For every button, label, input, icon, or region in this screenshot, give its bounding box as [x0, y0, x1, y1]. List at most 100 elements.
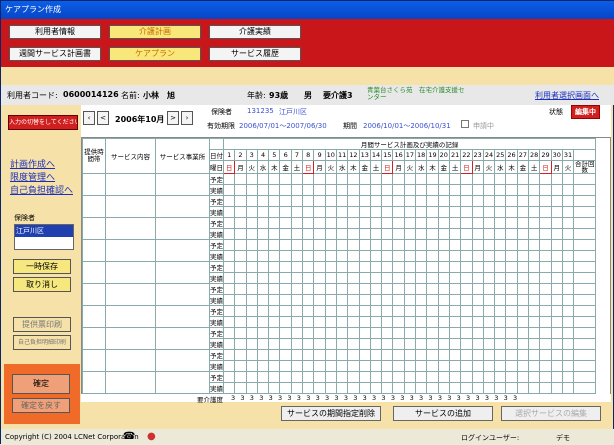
schedule-cell[interactable]	[279, 360, 292, 372]
schedule-cell[interactable]	[347, 261, 360, 273]
schedule-cell[interactable]	[302, 371, 315, 383]
schedule-cell[interactable]	[505, 228, 518, 240]
schedule-cell[interactable]	[268, 305, 281, 317]
schedule-cell[interactable]	[494, 228, 507, 240]
schedule-cell[interactable]	[347, 184, 360, 196]
schedule-cell[interactable]	[550, 250, 563, 262]
schedule-cell[interactable]	[381, 338, 394, 350]
schedule-cell[interactable]	[324, 382, 337, 394]
schedule-cell[interactable]	[403, 206, 417, 218]
schedule-cell[interactable]	[268, 360, 281, 372]
schedule-cell[interactable]	[347, 272, 360, 284]
schedule-cell[interactable]	[369, 283, 383, 295]
table-row[interactable]: 予定	[82, 195, 597, 218]
schedule-cell[interactable]	[245, 316, 258, 328]
schedule-cell[interactable]	[426, 305, 439, 317]
schedule-cell[interactable]	[256, 239, 270, 251]
schedule-cell[interactable]	[369, 371, 383, 383]
schedule-cell[interactable]	[516, 250, 530, 262]
schedule-cell[interactable]	[268, 250, 281, 262]
schedule-cell[interactable]	[539, 283, 552, 295]
schedule-cell[interactable]	[437, 239, 450, 251]
schedule-cell[interactable]	[539, 360, 552, 372]
schedule-cell[interactable]	[403, 382, 417, 394]
schedule-cell[interactable]	[437, 217, 450, 229]
schedule-cell[interactable]	[313, 228, 326, 240]
schedule-cell[interactable]	[381, 283, 394, 295]
schedule-cell[interactable]	[245, 173, 258, 185]
schedule-cell[interactable]	[505, 338, 518, 350]
schedule-cell[interactable]	[561, 184, 575, 196]
schedule-cell[interactable]	[528, 173, 541, 185]
schedule-cell[interactable]	[324, 250, 337, 262]
schedule-cell[interactable]	[392, 327, 405, 339]
schedule-cell[interactable]	[528, 338, 541, 350]
schedule-cell[interactable]	[426, 228, 439, 240]
schedule-cell[interactable]	[528, 316, 541, 328]
schedule-cell[interactable]	[290, 316, 304, 328]
schedule-cell[interactable]	[302, 316, 315, 328]
schedule-cell[interactable]	[381, 360, 394, 372]
time-cell[interactable]	[82, 305, 106, 328]
schedule-cell[interactable]	[234, 228, 247, 240]
schedule-cell[interactable]	[505, 261, 518, 273]
schedule-cell[interactable]	[392, 305, 405, 317]
schedule-cell[interactable]	[335, 338, 349, 350]
nav-careplan[interactable]: ケアプラン	[109, 47, 201, 61]
service-cell[interactable]	[105, 327, 156, 350]
schedule-cell[interactable]	[245, 206, 258, 218]
schedule-cell[interactable]	[324, 272, 337, 284]
schedule-cell[interactable]	[279, 206, 292, 218]
schedule-cell[interactable]	[222, 360, 236, 372]
schedule-cell[interactable]	[528, 283, 541, 295]
print-self-pay-button[interactable]: 自己負担明細印刷	[13, 335, 71, 350]
schedule-cell[interactable]	[335, 217, 349, 229]
schedule-cell[interactable]	[516, 294, 530, 306]
schedule-cell[interactable]	[358, 184, 371, 196]
schedule-cell[interactable]	[324, 195, 337, 207]
schedule-cell[interactable]	[358, 239, 371, 251]
schedule-cell[interactable]	[460, 360, 473, 372]
schedule-cell[interactable]	[550, 261, 563, 273]
schedule-cell[interactable]	[290, 360, 304, 372]
schedule-cell[interactable]	[516, 206, 530, 218]
schedule-cell[interactable]	[290, 250, 304, 262]
schedule-cell[interactable]	[482, 327, 496, 339]
schedule-cell[interactable]	[516, 371, 530, 383]
schedule-cell[interactable]	[347, 316, 360, 328]
schedule-cell[interactable]	[245, 184, 258, 196]
service-cell[interactable]	[105, 305, 156, 328]
schedule-cell[interactable]	[539, 316, 552, 328]
schedule-cell[interactable]	[426, 195, 439, 207]
schedule-cell[interactable]	[539, 228, 552, 240]
schedule-cell[interactable]	[313, 371, 326, 383]
schedule-cell[interactable]	[234, 305, 247, 317]
schedule-cell[interactable]	[381, 294, 394, 306]
office-cell[interactable]	[155, 283, 210, 306]
time-cell[interactable]	[82, 283, 106, 306]
schedule-cell[interactable]	[313, 217, 326, 229]
schedule-cell[interactable]	[403, 173, 417, 185]
schedule-cell[interactable]	[313, 360, 326, 372]
schedule-cell[interactable]	[392, 228, 405, 240]
schedule-cell[interactable]	[505, 239, 518, 251]
schedule-cell[interactable]	[460, 184, 473, 196]
schedule-cell[interactable]	[369, 294, 383, 306]
time-cell[interactable]	[82, 349, 106, 372]
schedule-cell[interactable]	[234, 327, 247, 339]
schedule-cell[interactable]	[448, 338, 462, 350]
schedule-cell[interactable]	[448, 195, 462, 207]
schedule-cell[interactable]	[539, 217, 552, 229]
schedule-cell[interactable]	[245, 261, 258, 273]
schedule-cell[interactable]	[347, 283, 360, 295]
schedule-cell[interactable]	[222, 184, 236, 196]
schedule-cell[interactable]	[403, 195, 417, 207]
schedule-cell[interactable]	[550, 195, 563, 207]
to-plan-link[interactable]: 計画作成へ	[10, 157, 55, 170]
schedule-cell[interactable]	[324, 349, 337, 361]
schedule-cell[interactable]	[234, 283, 247, 295]
schedule-cell[interactable]	[437, 184, 450, 196]
schedule-cell[interactable]	[381, 239, 394, 251]
schedule-cell[interactable]	[448, 217, 462, 229]
schedule-cell[interactable]	[369, 206, 383, 218]
